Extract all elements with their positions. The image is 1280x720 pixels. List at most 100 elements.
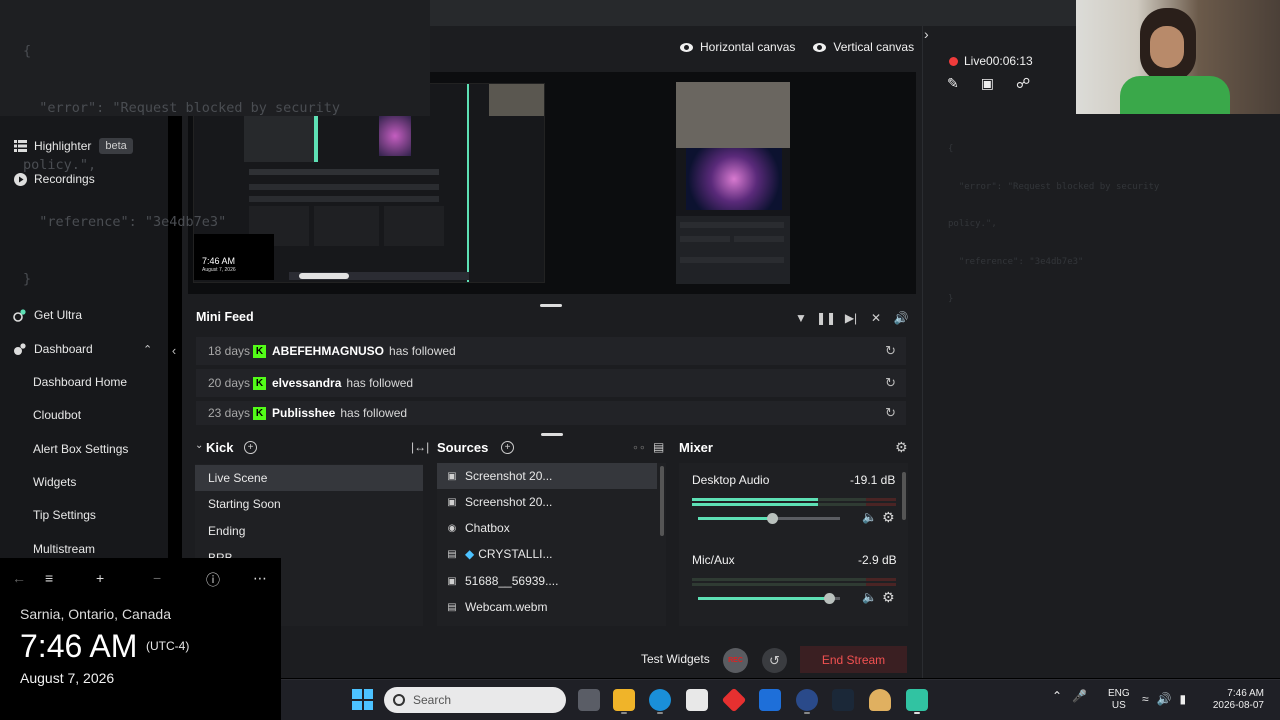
feed-days: 20 days [208,376,251,390]
battery-icon[interactable]: ▮ [1180,692,1187,706]
taskbar-clock[interactable]: 7:46 AM 2026-08-07 [1208,688,1264,712]
scene-collection-title[interactable]: Kick [206,440,233,455]
camera-icon[interactable]: ▣ [981,75,994,92]
sidebar-item-label: Tip Settings [33,508,96,522]
share-icon[interactable]: ☍ [1016,75,1030,92]
microphone-icon[interactable]: 🎤 [1072,689,1087,703]
slider-knob[interactable] [823,593,835,604]
sources-list: ▣ Screenshot 20... ▣ Screenshot 20... ◉ Cha… [437,463,666,626]
system-tray: ⌃ 🎤 [1052,689,1087,703]
sidebar-item-label: Cloudbot [33,408,82,422]
info-icon[interactable]: ⓘ [206,570,220,590]
live-dot-icon [949,56,958,66]
sources-scrollbar[interactable] [660,466,664,536]
json-line: { [948,144,954,154]
json-line: } [23,271,32,287]
store-icon[interactable] [686,689,708,711]
replay-icon[interactable]: ↻ [885,405,896,421]
pause-icon[interactable]: ❚❚ [816,310,836,326]
language-indicator[interactable]: ENG US [1108,688,1130,712]
region-code: US [1111,700,1126,711]
collapse-sidebar-button[interactable]: ‹ [168,340,180,360]
app-icon[interactable] [869,689,891,711]
taskbar-search[interactable]: Search [384,687,566,713]
sidebar-item-alert-box-settings[interactable]: Alert Box Settings [0,435,168,463]
menu-icon[interactable]: ≡ [45,570,53,586]
gear-icon[interactable]: ⚙ [895,439,908,456]
chevron-up-icon[interactable]: ⌃ [143,343,152,356]
source-item[interactable]: ▤ ◆ CRYSTALLI... [437,541,657,567]
sidebar-item-tip-settings[interactable]: Tip Settings [0,501,168,529]
scene-item[interactable]: Starting Soon [195,491,423,517]
edge-icon[interactable] [649,689,671,711]
slider-knob[interactable] [766,513,778,524]
volume-icon[interactable]: 🔊 [893,310,909,326]
skip-icon[interactable]: ▶| [843,310,859,326]
transition-icon[interactable]: |↔| [411,440,429,454]
scene-label: Ending [208,524,246,538]
scene-item[interactable]: Live Scene [195,465,423,491]
chevron-up-icon[interactable]: ⌃ [1052,689,1062,703]
source-item[interactable]: ▣ Screenshot 20... [437,489,657,515]
taskbar-date: 2026-08-07 [1212,700,1264,711]
clock-app-icon[interactable] [796,689,818,711]
windows-start-icon[interactable] [352,689,373,710]
source-item[interactable]: ▣ 51688__56939.... [437,568,657,594]
meter-peak-zone [866,498,896,501]
filter-icon[interactable]: ▼ [793,310,809,326]
gear-icon[interactable]: ⚙ [882,509,895,526]
source-item[interactable]: ▣ Screenshot 20... [437,463,657,489]
feed-action: has followed [340,406,408,420]
record-button[interactable]: REC [723,648,748,673]
source-item[interactable]: ◉ Chatbox [437,515,657,541]
folder-plus-icon[interactable]: ▤ [653,440,664,454]
volume-icon[interactable]: 🔊 [1157,692,1172,706]
wifi-icon[interactable]: ≈ [1142,692,1149,706]
edit-icon[interactable]: ✎ [947,75,959,92]
mail-icon[interactable] [759,689,781,711]
live-label: Live [964,54,987,68]
gear-icon[interactable]: ⚙ [882,589,895,606]
minus-icon[interactable]: − [153,570,161,586]
horizontal-canvas-toggle[interactable]: Horizontal canvas [680,40,795,54]
feed-days: 23 days [208,406,251,420]
end-stream-button[interactable]: End Stream [800,646,907,673]
replay-buffer-button[interactable]: ↺ [762,648,787,673]
scene-item[interactable]: Ending [195,518,423,544]
sidebar-item-widgets[interactable]: Widgets [0,468,168,496]
volume-slider[interactable] [698,513,840,524]
more-icon[interactable]: ⋯ [253,570,267,587]
sidebar-item-cloudbot[interactable]: Cloudbot [0,401,168,429]
chevron-down-icon[interactable]: ⌄ [195,440,203,451]
replay-icon[interactable]: ↻ [885,375,896,391]
mixer-scrollbar[interactable] [902,472,906,520]
steam-icon[interactable] [832,689,854,711]
add-source-icon[interactable]: + [501,441,514,454]
streamlabs-icon[interactable] [906,689,928,711]
audio-source-db: -19.1 dB [850,473,896,487]
speaker-icon[interactable]: 🔈 [862,590,877,604]
test-widgets-button[interactable]: Test Widgets [641,652,710,666]
task-view-icon[interactable] [578,689,600,711]
sidebar-item-dashboard-home[interactable]: Dashboard Home [0,368,168,396]
vertical-preview[interactable] [676,82,790,284]
replay-icon[interactable]: ↻ [885,343,896,359]
speaker-icon[interactable]: 🔈 [862,510,877,524]
kick-icon: K [253,376,266,390]
source-item[interactable]: ▤ Webcam.webm [437,594,657,620]
volume-slider[interactable] [698,593,840,604]
add-icon[interactable]: + [96,570,104,586]
add-scene-icon[interactable]: + [244,441,257,454]
link-icon[interactable]: ∘∘ [632,441,646,454]
scene-label: Starting Soon [208,497,281,511]
audio-meter [692,498,896,501]
chevron-right-icon[interactable]: › [924,26,929,42]
resize-handle[interactable] [540,304,562,307]
clock-timezone: (UTC-4) [146,639,190,653]
resize-handle[interactable] [541,433,563,436]
back-arrow-icon[interactable]: ← [12,570,26,586]
vertical-canvas-toggle[interactable]: Vertical canvas [813,40,914,54]
mute-alerts-icon[interactable]: ✕ [868,310,884,326]
file-explorer-icon[interactable] [613,689,635,711]
sidebar-item-dashboard[interactable]: Dashboard ⌃ [0,335,168,363]
